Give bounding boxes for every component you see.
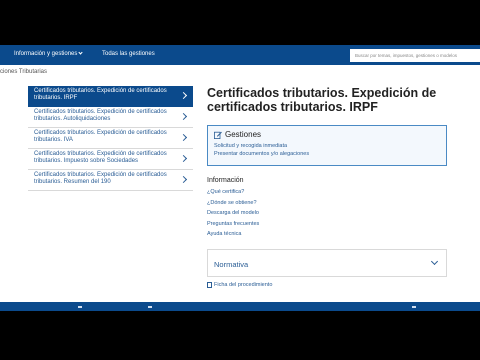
sidebar-item-label: Certificados tributarios. Expedición de … xyxy=(34,172,167,185)
chevron-right-icon xyxy=(179,112,188,121)
normativa-accordion[interactable]: Normativa xyxy=(207,249,447,277)
edit-icon xyxy=(214,131,222,139)
chevron-right-icon xyxy=(179,133,188,142)
footer-link-marker xyxy=(78,306,82,308)
ficha-procedimiento-link[interactable]: Ficha del procedimiento xyxy=(207,282,272,288)
top-navigation-bar: Información y gestiones Todas las gestio… xyxy=(0,45,480,65)
menu-label: Información y gestiones xyxy=(14,51,78,57)
sidebar-item-autoliquidaciones[interactable]: Certificados tributarios. Expedición de … xyxy=(28,107,193,128)
breadcrumb[interactable]: ciones Tributarias xyxy=(0,69,47,75)
search-input[interactable]: Buscar por temas, impuestos, gestiones o… xyxy=(350,49,480,62)
chevron-right-icon xyxy=(179,154,188,163)
link-que-certifica[interactable]: ¿Qué certifica? xyxy=(207,187,259,198)
sidebar-item-irpf[interactable]: Certificados tributarios. Expedición de … xyxy=(28,86,193,107)
chevron-right-icon xyxy=(179,175,188,184)
gestiones-panel: Gestiones Solicitud y recogida inmediata… xyxy=(207,125,447,166)
gestiones-heading: Gestiones xyxy=(225,130,262,139)
link-ayuda-tecnica[interactable]: Ayuda técnica xyxy=(207,229,259,240)
sidebar-item-label: Certificados tributarios. Expedición de … xyxy=(34,88,167,101)
document-icon xyxy=(207,282,212,288)
menu-informacion-gestiones[interactable]: Información y gestiones xyxy=(14,50,83,57)
link-presentar-documentos[interactable]: Presentar documentos y/o alegaciones xyxy=(214,150,440,158)
browser-viewport: Información y gestiones Todas las gestio… xyxy=(0,45,480,311)
link-solicitud-recogida[interactable]: Solicitud y recogida inmediata xyxy=(214,142,440,150)
menu-todas-gestiones[interactable]: Todas las gestiones xyxy=(102,51,155,57)
normativa-label: Normativa xyxy=(214,260,249,269)
sidebar-item-iva[interactable]: Certificados tributarios. Expedición de … xyxy=(28,128,193,149)
sidebar-item-sociedades[interactable]: Certificados tributarios. Expedición de … xyxy=(28,149,193,170)
footer-link-marker xyxy=(148,306,152,308)
link-descarga-modelo[interactable]: Descarga del modelo xyxy=(207,208,259,219)
sidebar-item-label: Certificados tributarios. Expedición de … xyxy=(34,109,167,122)
link-preguntas-frecuentes[interactable]: Preguntas frecuentes xyxy=(207,219,259,230)
chevron-down-icon xyxy=(430,257,439,266)
chevron-down-icon xyxy=(78,50,83,55)
sidebar-item-label: Certificados tributarios. Expedición de … xyxy=(34,151,167,164)
ficha-label: Ficha del procedimiento xyxy=(214,282,273,288)
informacion-heading: Información xyxy=(207,177,244,184)
chevron-right-icon xyxy=(179,91,188,100)
footer-link-marker xyxy=(412,306,416,308)
page-title: Certificados tributarios. Expedición de … xyxy=(207,86,437,114)
sidebar-nav: Certificados tributarios. Expedición de … xyxy=(28,86,193,191)
link-donde-se-obtiene[interactable]: ¿Dónde se obtiene? xyxy=(207,198,259,209)
sidebar-item-resumen-190[interactable]: Certificados tributarios. Expedición de … xyxy=(28,170,193,191)
sidebar-item-label: Certificados tributarios. Expedición de … xyxy=(34,130,167,143)
footer-bar xyxy=(0,302,480,311)
informacion-links: ¿Qué certifica? ¿Dónde se obtiene? Desca… xyxy=(207,187,259,240)
